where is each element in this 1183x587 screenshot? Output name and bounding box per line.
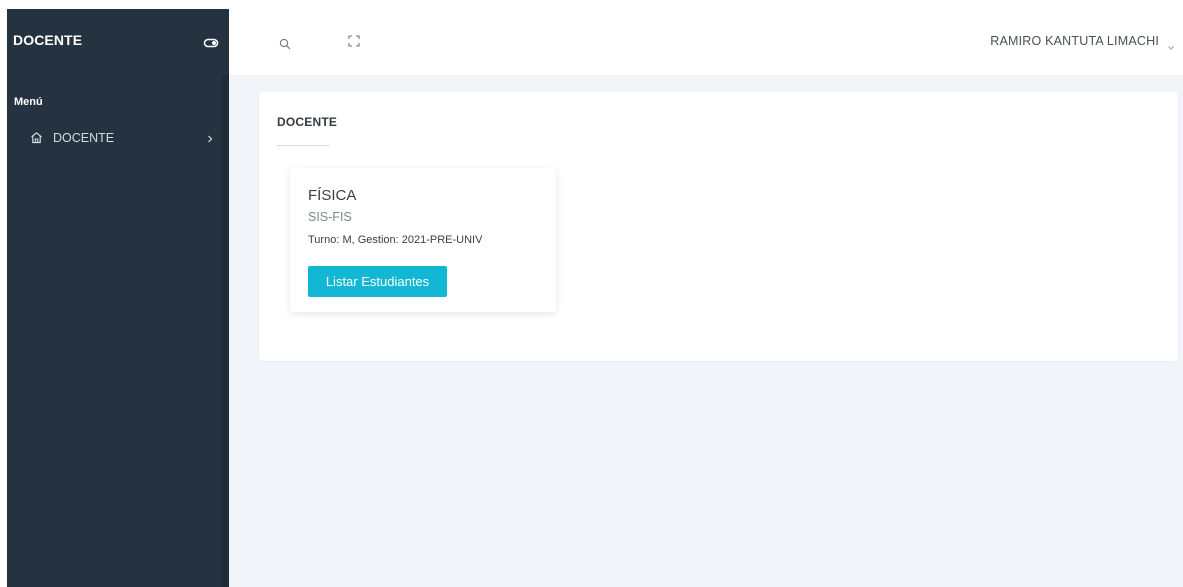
sidebar-scrollbar[interactable] (222, 75, 229, 587)
main-content: DOCENTE FÍSICA SIS-FIS Turno: M, Gestion… (229, 75, 1183, 587)
toggle-icon[interactable] (203, 35, 219, 51)
docente-panel: DOCENTE FÍSICA SIS-FIS Turno: M, Gestion… (259, 92, 1178, 361)
fullscreen-icon[interactable] (348, 34, 360, 47)
title-divider (277, 145, 329, 146)
search-icon[interactable] (279, 37, 291, 50)
course-card: FÍSICA SIS-FIS Turno: M, Gestion: 2021-P… (290, 168, 556, 312)
sidebar: DOCENTE Menú DOCENTE (7, 9, 229, 587)
chevron-down-icon (1167, 38, 1175, 50)
user-menu[interactable]: RAMIRO KANTUTA LIMACHI (990, 32, 1175, 50)
panel-title: DOCENTE (277, 115, 338, 129)
top-strip (0, 0, 1183, 9)
sidebar-item-label: DOCENTE (53, 131, 115, 145)
brand-title: DOCENTE (13, 32, 83, 48)
course-name: FÍSICA (308, 187, 357, 204)
app-frame: DOCENTE Menú DOCENTE RAMIRO KANTUTA LIMA… (0, 0, 1183, 587)
course-info: Turno: M, Gestion: 2021-PRE-UNIV (308, 234, 483, 246)
sidebar-header: DOCENTE (7, 9, 229, 75)
course-code: SIS-FIS (308, 210, 352, 224)
sidebar-item-docente[interactable]: DOCENTE (7, 127, 229, 149)
menu-section-title: Menú (14, 96, 43, 108)
home-icon (30, 131, 43, 144)
list-students-button[interactable]: Listar Estudiantes (308, 266, 447, 297)
user-name: RAMIRO KANTUTA LIMACHI (990, 34, 1159, 48)
chevron-right-icon (206, 131, 214, 143)
topbar: RAMIRO KANTUTA LIMACHI (229, 9, 1183, 75)
